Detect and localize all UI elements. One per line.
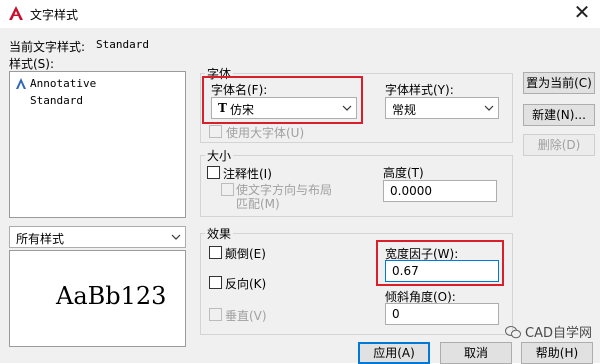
text-style-dialog: 文字样式 ✕ 当前文字样式: Standard 样式(S): Annotativ… [0,0,600,364]
match-orientation-checkbox[interactable] [221,183,234,196]
styles-label: 样式(S): [9,57,55,71]
style-filter-combo[interactable]: 所有样式 [9,226,186,248]
style-item-label: Annotative [30,77,97,90]
cancel-button[interactable]: 取消 [440,342,512,364]
apply-button[interactable]: 应用(A) [358,342,430,364]
height-input[interactable]: 0.0000 [383,180,497,202]
match-orientation-label-line2: 匹配(M) [236,197,280,211]
font-name-highlight [202,76,363,124]
style-item-standard[interactable]: Standard [14,93,164,109]
vertical-label: 垂直(V) [225,309,267,323]
size-group-label: 大小 [205,147,234,164]
wechat-icon [504,326,521,339]
style-filter-value: 所有样式 [16,232,65,246]
help-button[interactable]: 帮助(H) [521,342,593,364]
vertical-checkbox[interactable] [209,308,222,321]
height-label: 高度(T) [383,166,424,180]
watermark-text: CAD自学网 [525,326,592,341]
autocad-logo-icon [9,6,23,20]
oblique-angle-input[interactable]: 0 [385,303,499,325]
upside-down-checkbox[interactable] [209,246,222,259]
set-current-button[interactable]: 置为当前(C) [523,72,595,94]
font-style-combo[interactable]: 常规 [385,97,499,119]
close-button[interactable]: ✕ [570,1,594,25]
styles-listbox[interactable]: Annotative Standard [9,71,186,218]
effects-group-label: 效果 [205,225,234,242]
new-style-button[interactable]: 新建(N)... [523,104,595,126]
preview-text: AaBb123 [56,282,167,310]
delete-style-button[interactable]: 删除(D) [523,134,595,156]
annotative-label: 注释性(I) [223,167,272,181]
chevron-down-icon [484,105,494,111]
annotative-icon [16,78,26,89]
backwards-label: 反向(K) [225,277,267,291]
width-factor-highlight [376,240,504,286]
preview-box: AaBb123 [9,250,186,347]
title-bar: 文字样式 ✕ [0,0,600,28]
backwards-checkbox[interactable] [209,276,222,289]
use-bigfont-label: 使用大字体(U) [226,126,305,140]
upside-down-label: 颠倒(E) [225,247,266,261]
font-style-label: 字体样式(Y): [385,83,454,97]
annotative-checkbox[interactable] [207,166,220,179]
use-bigfont-checkbox[interactable] [209,125,222,138]
style-item-label: Standard [30,94,83,107]
current-style-label: 当前文字样式: [9,40,86,54]
style-item-annotative[interactable]: Annotative [14,76,164,92]
window-title: 文字样式 [30,8,79,22]
font-style-value: 常规 [392,103,417,117]
chevron-down-icon [171,234,181,240]
current-style-value: Standard [96,38,149,51]
watermark: CAD自学网 [504,322,592,341]
